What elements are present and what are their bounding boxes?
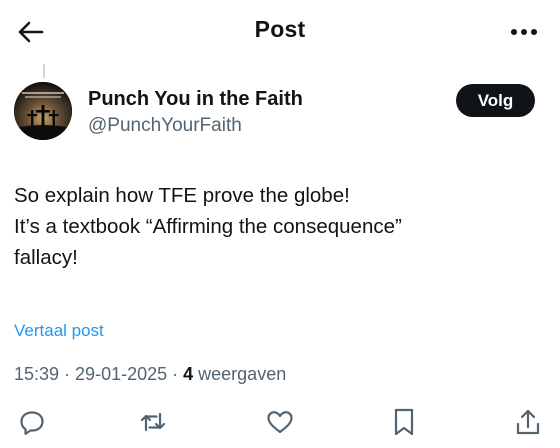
avatar[interactable] (14, 82, 72, 140)
crosses-avatar-image (14, 82, 72, 140)
post-text: So explain how TFE prove the globe! It’s… (14, 180, 534, 273)
post-text-line: So explain how TFE prove the globe! (14, 184, 350, 207)
more-options-button[interactable] (506, 14, 542, 50)
author-name[interactable]: Punch You in the Faith (88, 88, 303, 111)
share-button[interactable] (510, 404, 546, 440)
reply-icon (18, 408, 46, 436)
like-button[interactable] (262, 404, 298, 440)
post-text-line: fallacy! (14, 246, 78, 269)
meta-separator: · (167, 364, 184, 384)
post-text-line: It’s a textbook “Affirming the consequen… (14, 215, 402, 238)
views-label: weergaven (198, 364, 287, 384)
repost-button[interactable] (135, 404, 171, 440)
thread-connector-line (43, 64, 45, 78)
repost-icon (138, 408, 168, 436)
reply-button[interactable] (14, 404, 50, 440)
like-icon (265, 408, 295, 436)
translate-post-link[interactable]: Vertaal post (14, 321, 104, 341)
page-title: Post (254, 16, 306, 42)
bookmark-button[interactable] (386, 404, 422, 440)
follow-button[interactable]: Volg (456, 84, 535, 117)
action-bar (0, 400, 560, 448)
post-metadata: 15:39 · 29-01-2025 · 4 weergaven (14, 364, 286, 385)
post-time[interactable]: 15:39 (14, 364, 59, 384)
meta-separator: · (59, 364, 76, 384)
post-date[interactable]: 29-01-2025 (75, 364, 167, 384)
share-icon (514, 407, 542, 437)
views-count: 4 (183, 364, 194, 384)
bookmark-icon (392, 407, 416, 437)
author-handle[interactable]: @PunchYourFaith (88, 115, 242, 137)
more-horizontal-icon (510, 28, 538, 36)
top-bar: Post (0, 0, 560, 62)
